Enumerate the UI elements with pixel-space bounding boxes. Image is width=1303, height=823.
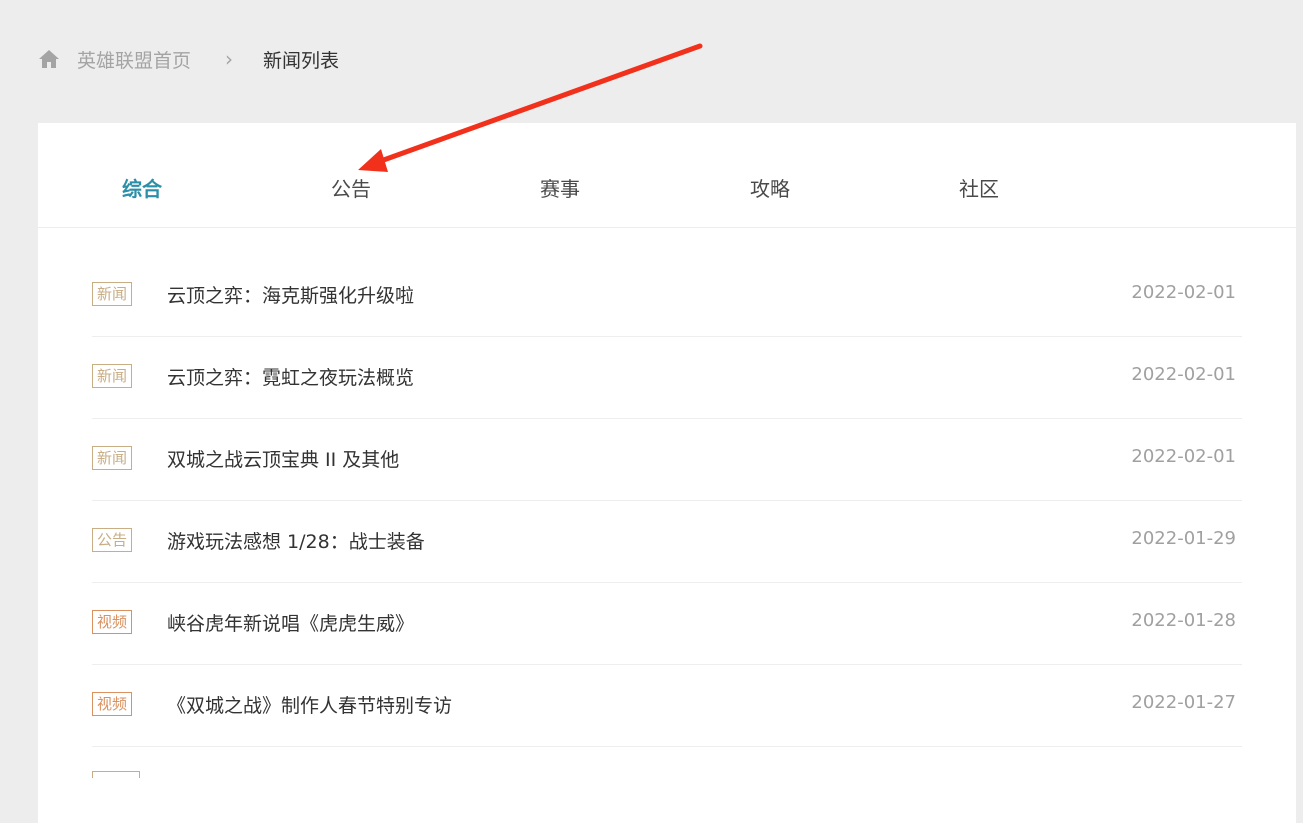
home-icon[interactable] (38, 48, 60, 70)
news-item[interactable]: 新闻 云顶之弈：海克斯强化升级啦 2022-02-01 (92, 255, 1242, 337)
breadcrumb: 英雄联盟首页 › 新闻列表 (38, 44, 339, 74)
category-tag: 视频 (92, 692, 133, 716)
category-tag: 视频 (92, 610, 133, 634)
tab-announcement[interactable]: 公告 (331, 173, 371, 202)
news-item[interactable]: 视频 峡谷虎年新说唱《虎虎生威》 2022-01-28 (92, 583, 1242, 665)
news-title[interactable]: 双城之战云顶宝典 II 及其他 (167, 445, 399, 472)
news-title[interactable]: 云顶之弈：霓虹之夜玩法概览 (167, 363, 414, 390)
news-date: 2022-02-01 (1131, 446, 1236, 467)
news-card: 综合 公告 赛事 攻略 社区 新闻 云顶之弈：海克斯强化升级啦 2022-02-… (38, 123, 1296, 823)
news-item[interactable]: 新闻 双城之战云顶宝典 II 及其他 2022-02-01 (92, 419, 1242, 501)
tab-community[interactable]: 社区 (959, 173, 999, 202)
news-title[interactable]: 峡谷虎年新说唱《虎虎生威》 (167, 609, 414, 636)
tab-general[interactable]: 综合 (122, 173, 162, 202)
news-item[interactable]: 视频 《双城之战》制作人春节特别专访 2022-01-27 (92, 665, 1242, 747)
news-date: 2022-01-28 (1131, 610, 1236, 631)
category-tag: 新闻 (92, 364, 133, 388)
news-list: 新闻 云顶之弈：海克斯强化升级啦 2022-02-01 新闻 云顶之弈：霓虹之夜… (92, 255, 1242, 747)
news-title[interactable]: 游戏玩法感想 1/28：战士装备 (167, 527, 425, 554)
breadcrumb-current: 新闻列表 (263, 49, 340, 72)
news-item[interactable]: 公告 游戏玩法感想 1/28：战士装备 2022-01-29 (92, 501, 1242, 583)
breadcrumb-home-link[interactable]: 英雄联盟首页 (77, 46, 191, 73)
news-date: 2022-02-01 (1131, 282, 1236, 303)
category-tag: 新闻 (92, 446, 133, 470)
breadcrumb-separator: › (225, 47, 234, 71)
category-tag: 公告 (92, 528, 133, 552)
news-title[interactable]: 云顶之弈：海克斯强化升级啦 (167, 281, 414, 308)
news-date: 2022-01-27 (1131, 692, 1236, 713)
news-item[interactable]: 新闻 云顶之弈：霓虹之夜玩法概览 2022-02-01 (92, 337, 1242, 419)
news-date: 2022-02-01 (1131, 364, 1236, 385)
tab-bar: 综合 公告 赛事 攻略 社区 (38, 123, 1296, 228)
tab-esports[interactable]: 赛事 (540, 173, 580, 202)
news-title[interactable]: 《双城之战》制作人春节特别专访 (167, 691, 452, 718)
category-tag-partial (92, 771, 140, 778)
news-date: 2022-01-29 (1131, 528, 1236, 549)
tab-guides[interactable]: 攻略 (750, 173, 790, 202)
category-tag: 新闻 (92, 282, 133, 306)
